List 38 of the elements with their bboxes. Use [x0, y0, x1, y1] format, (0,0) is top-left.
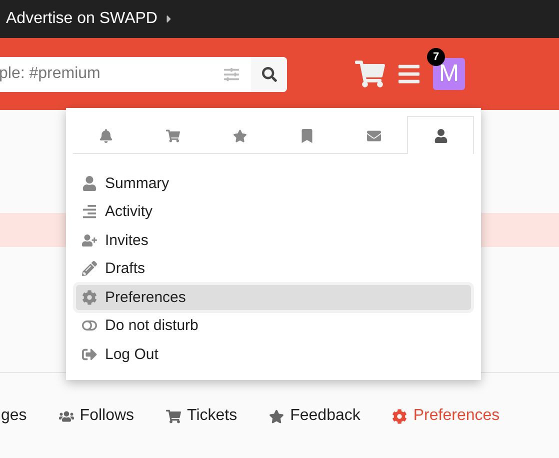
settings-icon — [82, 290, 97, 305]
nav-link[interactable]: Follows — [58, 407, 134, 425]
nav-link[interactable]: Feedback — [269, 407, 360, 425]
star-icon — [233, 128, 248, 142]
star-icon — [269, 408, 284, 424]
advertise-link[interactable]: Advertise on SWAPD — [6, 10, 176, 28]
pencil-icon — [82, 261, 97, 276]
menu-button[interactable] — [397, 62, 421, 86]
search-bar[interactable]: ple: #premium — [0, 56, 287, 92]
search-icon — [262, 66, 276, 82]
settings-icon — [392, 408, 408, 424]
users-icon — [58, 408, 74, 424]
user-icon — [434, 128, 448, 142]
cart-icon — [166, 408, 182, 424]
bookmark-icon — [300, 128, 314, 142]
envelope-icon — [366, 128, 381, 142]
menu-item[interactable]: Invites — [76, 228, 471, 252]
lines-icon — [82, 204, 97, 220]
menu-tab[interactable] — [407, 116, 474, 154]
menu-item[interactable]: Do not disturb — [76, 314, 471, 338]
menu-item[interactable]: Summary — [76, 171, 471, 196]
toggle-icon — [82, 318, 97, 334]
nav-link[interactable]: Tickets — [166, 407, 238, 425]
menu-item[interactable]: Log Out — [76, 342, 471, 366]
menu-item[interactable]: Drafts — [76, 256, 471, 281]
add-user-icon — [82, 232, 97, 248]
user-icon — [82, 176, 97, 191]
search-button[interactable] — [251, 56, 287, 92]
menu-item[interactable]: Preferences — [76, 285, 471, 310]
bell-icon — [99, 128, 114, 142]
cart-button[interactable] — [355, 59, 385, 89]
notification-badge: 7 — [427, 48, 445, 66]
nav-link[interactable]: Preferences — [392, 407, 500, 425]
cart-icon — [166, 128, 180, 142]
nav-link[interactable]: ges — [1, 407, 27, 425]
filter-icon[interactable] — [224, 66, 239, 82]
menu-item[interactable]: Activity — [76, 200, 471, 224]
logout-icon — [82, 346, 97, 362]
